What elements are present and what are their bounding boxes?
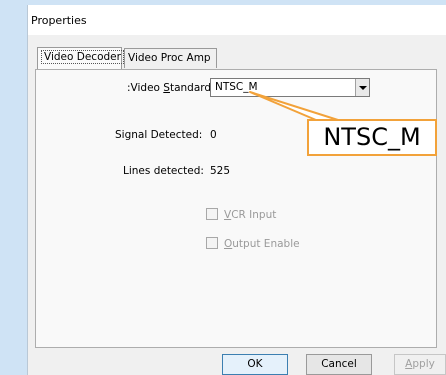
callout-pointer [249, 91, 339, 121]
callout-label: NTSC_M [307, 119, 437, 156]
